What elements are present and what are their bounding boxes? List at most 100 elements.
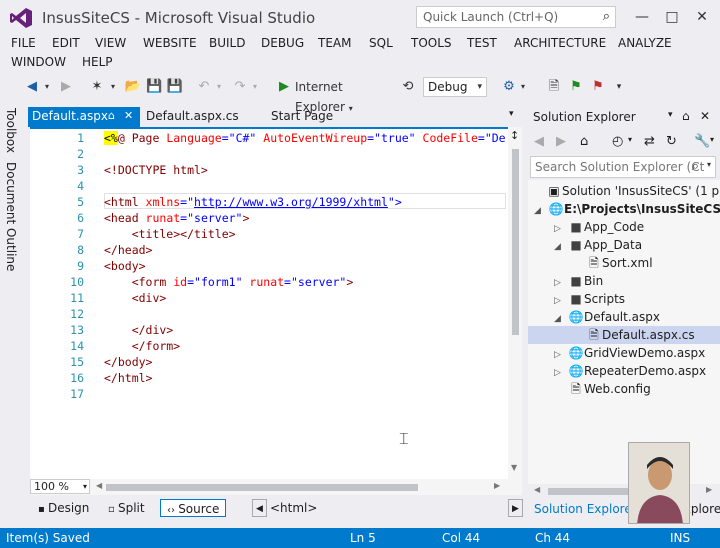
- menu-view[interactable]: VIEW: [95, 36, 126, 50]
- menu-website[interactable]: WEBSITE: [143, 36, 197, 50]
- search-icon[interactable]: ⌕: [603, 9, 610, 24]
- redo-icon[interactable]: ↷: [232, 77, 248, 97]
- menu-team[interactable]: TEAM: [318, 36, 351, 50]
- bookmark-icon[interactable]: ⚑: [568, 77, 584, 97]
- document-outline-tab[interactable]: Document Outline: [4, 162, 18, 271]
- filter-dropdown-icon[interactable]: ▾: [628, 135, 632, 144]
- attach-dropdown-icon[interactable]: ▾: [518, 77, 528, 97]
- menu-test[interactable]: TEST: [467, 36, 497, 50]
- code-line-3[interactable]: <!DOCTYPE html>: [104, 163, 208, 177]
- document-icon[interactable]: 🗎: [546, 77, 562, 97]
- undo-dropdown-icon[interactable]: ▾: [214, 77, 224, 97]
- tree-node-solution[interactable]: ▣Solution 'InsusSiteCS' (1 proje: [532, 182, 720, 200]
- collapsed-arrow-icon[interactable]: ▷: [554, 364, 568, 382]
- tree-node-bin[interactable]: ▷ ■ Bin: [554, 272, 603, 290]
- code-line-1[interactable]: <%@ Page Language="C#" AutoEventWireup="…: [104, 131, 506, 145]
- tag-breadcrumb[interactable]: <html>: [270, 499, 317, 517]
- redo-dropdown-icon[interactable]: ▾: [250, 77, 260, 97]
- code-line-11[interactable]: <div>: [104, 291, 167, 305]
- back-icon[interactable]: ◀: [534, 134, 544, 149]
- attach-process-icon[interactable]: ⚙: [500, 77, 518, 97]
- minimize-button[interactable]: —: [630, 6, 654, 28]
- scroll-left-icon[interactable]: ◀: [534, 485, 540, 494]
- code-line-5[interactable]: <html xmlns="http://www.w3.org/1999/xhtm…: [104, 195, 402, 209]
- tab-start-page[interactable]: Start Page: [271, 109, 333, 123]
- code-line-6[interactable]: <head runat="server">: [104, 211, 249, 225]
- menu-help[interactable]: HELP: [82, 55, 113, 69]
- tab-default-aspx-cs[interactable]: Default.aspx.cs: [146, 109, 239, 123]
- menu-window[interactable]: WINDOW: [11, 55, 66, 69]
- vertical-scroll-thumb[interactable]: [512, 149, 519, 335]
- breadcrumb-right-icon[interactable]: ▶: [508, 499, 523, 517]
- zoom-select[interactable]: 100 % ▾: [30, 479, 90, 494]
- tree-node-project[interactable]: ◢ 🌐E:\Projects\InsusSiteCS\: [534, 200, 720, 218]
- back-dropdown-icon[interactable]: ▾: [42, 77, 52, 97]
- menu-analyze[interactable]: ANALYZE: [618, 36, 672, 50]
- toolbar-overflow-icon[interactable]: ▾: [614, 77, 624, 97]
- xmlns-url-link[interactable]: http://www.w3.org/1999/xhtml: [194, 195, 388, 209]
- close-button[interactable]: ✕: [690, 6, 714, 28]
- toolbox-tab[interactable]: Toolbox: [4, 108, 18, 153]
- search-options-icon[interactable]: ▾: [707, 160, 711, 169]
- expanded-arrow-icon[interactable]: ◢: [554, 238, 568, 256]
- tree-node-default-aspx-cs[interactable]: 🗎 Default.aspx.cs: [528, 326, 720, 344]
- tree-node-app-code[interactable]: ▷ ■ App_Code: [554, 218, 644, 236]
- tree-node-gridviewdemo[interactable]: ▷ 🌐GridViewDemo.aspx: [554, 344, 705, 362]
- code-line-14[interactable]: </form>: [104, 339, 180, 353]
- tree-node-default-aspx[interactable]: ◢ 🌐Default.aspx: [554, 308, 660, 326]
- tree-node-app-data[interactable]: ◢ ■ App_Data: [554, 236, 642, 254]
- tab-list-dropdown-icon[interactable]: ▾: [509, 109, 514, 119]
- split-view-button[interactable]: ▫ Split: [108, 499, 145, 517]
- maximize-button[interactable]: □: [660, 6, 684, 28]
- code-editor[interactable]: 1 2 3 4 5 6 7 8 9 10 11 12 13 14 15 16 1…: [30, 127, 508, 479]
- source-view-button[interactable]: ‹› Source: [160, 499, 227, 517]
- home-icon[interactable]: ⌂: [580, 134, 588, 149]
- horizontal-scroll-thumb[interactable]: [106, 484, 418, 491]
- code-line-10[interactable]: <form id="form1" runat="server">: [104, 275, 354, 289]
- tree-node-repeaterdemo[interactable]: ▷ 🌐RepeaterDemo.aspx: [554, 362, 706, 380]
- auto-hide-pin-icon[interactable]: ⌂: [682, 109, 690, 123]
- menu-tools[interactable]: TOOLS: [411, 36, 452, 50]
- solution-search-input[interactable]: Search Solution Explorer (Ct ⌕ ▾: [530, 156, 716, 178]
- sync-icon[interactable]: ⇄: [644, 134, 655, 149]
- menu-build[interactable]: BUILD: [209, 36, 245, 50]
- solution-explorer-tab[interactable]: Solution Explorer: [534, 502, 637, 516]
- expanded-arrow-icon[interactable]: ◢: [534, 202, 548, 220]
- wrench-icon[interactable]: 🔧: [694, 134, 710, 149]
- scroll-down-icon[interactable]: ▼: [511, 463, 517, 472]
- tree-node-web-config[interactable]: 🗎 Web.config: [568, 380, 651, 398]
- code-line-8[interactable]: </head>: [104, 243, 152, 257]
- forward-icon[interactable]: ▶: [556, 134, 566, 149]
- panel-options-icon[interactable]: ▾: [668, 110, 673, 120]
- code-line-13[interactable]: </div>: [104, 323, 174, 337]
- tab-default-aspx[interactable]: Default.aspx ⌂ ✕: [28, 107, 140, 127]
- menu-architecture[interactable]: ARCHITECTURE: [514, 36, 606, 50]
- new-dropdown-icon[interactable]: ▾: [108, 77, 118, 97]
- scroll-right-icon[interactable]: ▶: [706, 485, 712, 494]
- code-line-16[interactable]: </html>: [104, 371, 152, 385]
- refresh-browser-icon[interactable]: ⟲: [400, 77, 416, 97]
- properties-dropdown-icon[interactable]: ▾: [710, 135, 714, 144]
- refresh-icon[interactable]: ↻: [666, 134, 677, 149]
- code-line-7[interactable]: <title></title>: [104, 227, 236, 241]
- design-view-button[interactable]: ▪ Design: [38, 499, 89, 517]
- clear-bookmark-icon[interactable]: ⚑: [590, 77, 606, 97]
- pin-icon[interactable]: ⌂: [108, 109, 115, 122]
- menu-debug[interactable]: DEBUG: [261, 36, 304, 50]
- menu-file[interactable]: FILE: [11, 36, 36, 50]
- menu-edit[interactable]: EDIT: [52, 36, 80, 50]
- solution-horizontal-scrollbar[interactable]: ◀ ▶: [528, 484, 720, 498]
- code-line-15[interactable]: </body>: [104, 355, 152, 369]
- start-debugging-icon[interactable]: ▶: [276, 77, 292, 97]
- run-target-button[interactable]: Internet Explorer ▾: [295, 77, 391, 114]
- close-tab-icon[interactable]: ✕: [124, 109, 133, 122]
- close-panel-icon[interactable]: ✕: [700, 109, 710, 123]
- quick-launch-input[interactable]: Quick Launch (Ctrl+Q) ⌕: [416, 6, 616, 28]
- undo-icon[interactable]: ↶: [196, 77, 212, 97]
- scroll-right-icon[interactable]: ▶: [494, 481, 500, 490]
- search-icon[interactable]: ⌕: [692, 159, 699, 174]
- scroll-left-icon[interactable]: ◀: [96, 481, 102, 490]
- save-icon[interactable]: 💾: [146, 77, 162, 97]
- tree-node-sort-xml[interactable]: 🗎 Sort.xml: [586, 254, 652, 272]
- menu-sql[interactable]: SQL: [369, 36, 393, 50]
